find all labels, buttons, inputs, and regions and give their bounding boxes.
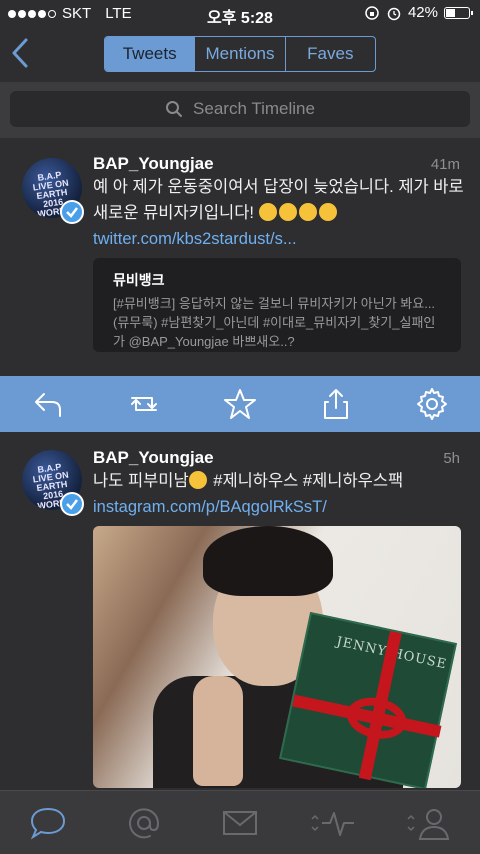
search-bar: Search Timeline <box>0 82 480 138</box>
tweet-body: 예 아 제가 운동중이여서 답장이 늦었습니다. 제가 바로 새로운 뮤비자키입… <box>93 174 465 252</box>
tweet-link[interactable]: instagram.com/p/BAqgolRkSsT/ <box>93 498 327 516</box>
mentions-at-icon[interactable] <box>124 805 164 841</box>
sunglasses-emoji-icon <box>298 203 317 221</box>
tweet-action-bar <box>0 376 480 432</box>
timeline-bubble-icon[interactable] <box>28 805 68 841</box>
tab-tweets[interactable]: Tweets <box>105 37 196 71</box>
messages-envelope-icon[interactable] <box>220 805 260 841</box>
search-placeholder: Search Timeline <box>193 99 315 118</box>
timeline-segmented-control: Tweets Mentions Faves <box>104 36 376 72</box>
verified-badge-icon <box>60 200 84 224</box>
thinking-emoji-icon <box>188 471 207 489</box>
tab-bar <box>0 790 480 854</box>
tweet[interactable]: B.A.P LIVE ON EARTH 2016 WORLD BAP_Youngja… <box>0 138 480 376</box>
tweet-text: 예 아 제가 운동중이여서 답장이 늦었습니다. 제가 바로 새로운 뮤비자키입… <box>93 178 464 222</box>
photo-book: JENNY HOUSE <box>279 612 457 788</box>
tweet-timestamp: 5h <box>443 450 460 467</box>
profile-icon[interactable] <box>406 805 456 841</box>
battery-percent: 42% <box>407 4 438 21</box>
tweet-photo[interactable]: JENNY HOUSE <box>93 526 461 788</box>
reply-icon[interactable] <box>30 386 66 422</box>
retweet-icon[interactable] <box>126 386 162 422</box>
activity-icon[interactable] <box>310 805 360 841</box>
tab-faves[interactable]: Faves <box>286 37 375 71</box>
kissing-emoji-icon <box>318 203 337 221</box>
tweet-hashtags[interactable]: #제니하우스 #제니하우스팩 <box>213 472 403 490</box>
alarm-icon <box>387 7 401 20</box>
navigation-bar: Tweets Mentions Faves <box>0 26 480 82</box>
star-icon[interactable] <box>222 386 258 422</box>
search-icon <box>166 101 183 117</box>
gear-icon[interactable] <box>414 386 450 422</box>
tab-mentions[interactable]: Mentions <box>195 37 286 71</box>
quoted-tweet[interactable]: 뮤비뱅크 [#뮤비뱅크] 응답하지 않는 걸보니 뮤비자키가 아닌가 봐요...… <box>93 258 461 352</box>
tweet-username[interactable]: BAP_Youngjae <box>93 154 214 174</box>
battery-icon <box>444 6 473 19</box>
tweet-link[interactable]: twitter.com/kbs2stardust/s... <box>93 230 297 248</box>
thinking-emoji-icon <box>258 203 277 221</box>
tweet[interactable]: B.A.P LIVE ON EARTH 2016 WORLD BAP_Youngja… <box>0 432 480 790</box>
status-bar: SKT LTE 오후 5:28 42% <box>0 0 480 27</box>
share-icon[interactable] <box>318 386 354 422</box>
search-input[interactable]: Search Timeline <box>10 91 470 127</box>
smiling-emoji-icon <box>278 203 297 221</box>
tweet-timestamp: 41m <box>430 156 460 173</box>
tweet-text: 나도 피부미남 <box>93 472 189 490</box>
tweet-body: 나도 피부미남 #제니하우스 #제니하우스팩 instagram.com/p/B… <box>93 468 465 520</box>
quoted-tweet-author: 뮤비뱅크 <box>113 272 165 288</box>
tweet-username[interactable]: BAP_Youngjae <box>93 448 214 468</box>
rotation-lock-icon <box>365 5 379 20</box>
verified-badge-icon <box>60 492 84 516</box>
quoted-tweet-text: [#뮤비뱅크] 응답하지 않는 걸보니 뮤비자키가 아닌가 봐요...(뮤무룩)… <box>113 296 436 349</box>
chevron-left-icon[interactable] <box>8 36 34 70</box>
